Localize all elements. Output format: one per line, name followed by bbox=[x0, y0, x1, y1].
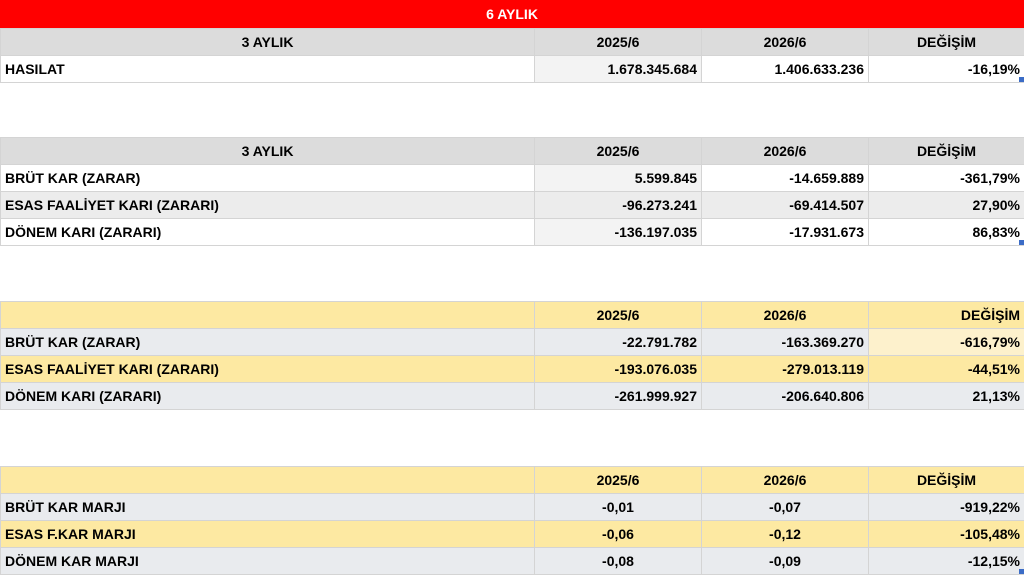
header-2026[interactable]: 2026/6 bbox=[701, 466, 869, 494]
cell-2025[interactable]: -136.197.035 bbox=[534, 218, 702, 246]
row-label[interactable]: BRÜT KAR (ZARAR) bbox=[0, 164, 535, 192]
cell-2025[interactable]: -0,08 bbox=[534, 547, 702, 575]
cell-2026[interactable]: 1.406.633.236 bbox=[701, 55, 869, 83]
row-label[interactable]: BRÜT KAR MARJI bbox=[0, 493, 535, 521]
row-label[interactable]: HASILAT bbox=[0, 55, 535, 83]
header-change[interactable]: DEĞİŞİM bbox=[868, 137, 1024, 165]
cell-2025[interactable]: -193.076.035 bbox=[534, 355, 702, 383]
cell-2026[interactable]: -17.931.673 bbox=[701, 218, 869, 246]
header-blank[interactable] bbox=[0, 301, 535, 329]
table-revenue: 3 AYLIK 2025/6 2026/6 DEĞİŞİM HASILAT 1.… bbox=[0, 28, 1024, 83]
cell-change[interactable]: -16,19% bbox=[868, 55, 1024, 83]
cell-2026[interactable]: -279.013.119 bbox=[701, 355, 869, 383]
cell-2025[interactable]: 5.599.845 bbox=[534, 164, 702, 192]
header-blank[interactable] bbox=[0, 466, 535, 494]
table-row: BRÜT KAR (ZARAR) -22.791.782 -163.369.27… bbox=[0, 328, 1024, 356]
table-margins: 2025/6 2026/6 DEĞİŞİM BRÜT KAR MARJI -0,… bbox=[0, 466, 1024, 575]
cell-2026[interactable]: -0,09 bbox=[701, 547, 869, 575]
row-label[interactable]: DÖNEM KARI (ZARARI) bbox=[0, 218, 535, 246]
cell-2025[interactable]: -0,01 bbox=[534, 493, 702, 521]
cell-2026[interactable]: -69.414.507 bbox=[701, 191, 869, 219]
table-row: DÖNEM KAR MARJI -0,08 -0,09 -12,15% bbox=[0, 547, 1024, 575]
sheet-title[interactable]: 6 AYLIK bbox=[0, 0, 1024, 28]
cell-change[interactable]: 27,90% bbox=[868, 191, 1024, 219]
row-label[interactable]: ESAS FAALİYET KARI (ZARARI) bbox=[0, 191, 535, 219]
header-2025[interactable]: 2025/6 bbox=[534, 301, 702, 329]
header-change[interactable]: DEĞİŞİM bbox=[868, 301, 1024, 329]
cell-2026[interactable]: -163.369.270 bbox=[701, 328, 869, 356]
header-period[interactable]: 3 AYLIK bbox=[0, 137, 535, 165]
table-profit-6month: 2025/6 2026/6 DEĞİŞİM BRÜT KAR (ZARAR) -… bbox=[0, 301, 1024, 410]
table-row: HASILAT 1.678.345.684 1.406.633.236 -16,… bbox=[0, 55, 1024, 83]
header-2025[interactable]: 2025/6 bbox=[534, 28, 702, 56]
cell-2026[interactable]: -0,12 bbox=[701, 520, 869, 548]
table-header: 3 AYLIK 2025/6 2026/6 DEĞİŞİM bbox=[0, 28, 1024, 56]
cell-2026[interactable]: -0,07 bbox=[701, 493, 869, 521]
table-row: ESAS FAALİYET KARI (ZARARI) -96.273.241 … bbox=[0, 191, 1024, 219]
header-2026[interactable]: 2026/6 bbox=[701, 301, 869, 329]
row-label[interactable]: DÖNEM KAR MARJI bbox=[0, 547, 535, 575]
table-row: BRÜT KAR (ZARAR) 5.599.845 -14.659.889 -… bbox=[0, 164, 1024, 192]
row-label[interactable]: DÖNEM KARI (ZARARI) bbox=[0, 382, 535, 410]
cell-2026[interactable]: -206.640.806 bbox=[701, 382, 869, 410]
header-period[interactable]: 3 AYLIK bbox=[0, 28, 535, 56]
row-label[interactable]: ESAS F.KAR MARJI bbox=[0, 520, 535, 548]
header-2026[interactable]: 2026/6 bbox=[701, 137, 869, 165]
table-header: 3 AYLIK 2025/6 2026/6 DEĞİŞİM bbox=[0, 137, 1024, 165]
header-change[interactable]: DEĞİŞİM bbox=[868, 466, 1024, 494]
table-row: ESAS FAALİYET KARI (ZARARI) -193.076.035… bbox=[0, 355, 1024, 383]
table-row: DÖNEM KARI (ZARARI) -261.999.927 -206.64… bbox=[0, 382, 1024, 410]
cell-2025[interactable]: -261.999.927 bbox=[534, 382, 702, 410]
cell-change[interactable]: -616,79% bbox=[868, 328, 1024, 356]
cell-change[interactable]: -105,48% bbox=[868, 520, 1024, 548]
header-2025[interactable]: 2025/6 bbox=[534, 137, 702, 165]
cell-change[interactable]: -12,15% bbox=[868, 547, 1024, 575]
cell-2025[interactable]: -22.791.782 bbox=[534, 328, 702, 356]
header-2025[interactable]: 2025/6 bbox=[534, 466, 702, 494]
table-row: ESAS F.KAR MARJI -0,06 -0,12 -105,48% bbox=[0, 520, 1024, 548]
table-profit-quarterly: 3 AYLIK 2025/6 2026/6 DEĞİŞİM BRÜT KAR (… bbox=[0, 137, 1024, 246]
cell-change[interactable]: -919,22% bbox=[868, 493, 1024, 521]
row-label[interactable]: ESAS FAALİYET KARI (ZARARI) bbox=[0, 355, 535, 383]
cell-2025[interactable]: -96.273.241 bbox=[534, 191, 702, 219]
header-change[interactable]: DEĞİŞİM bbox=[868, 28, 1024, 56]
cell-change[interactable]: -44,51% bbox=[868, 355, 1024, 383]
row-label[interactable]: BRÜT KAR (ZARAR) bbox=[0, 328, 535, 356]
cell-change[interactable]: -361,79% bbox=[868, 164, 1024, 192]
cell-change[interactable]: 21,13% bbox=[868, 382, 1024, 410]
cell-2025[interactable]: 1.678.345.684 bbox=[534, 55, 702, 83]
table-header: 2025/6 2026/6 DEĞİŞİM bbox=[0, 466, 1024, 494]
spreadsheet: 6 AYLIK 3 AYLIK 2025/6 2026/6 DEĞİŞİM HA… bbox=[0, 0, 1024, 575]
cell-change[interactable]: 86,83% bbox=[868, 218, 1024, 246]
cell-2026[interactable]: -14.659.889 bbox=[701, 164, 869, 192]
header-2026[interactable]: 2026/6 bbox=[701, 28, 869, 56]
table-row: DÖNEM KARI (ZARARI) -136.197.035 -17.931… bbox=[0, 218, 1024, 246]
cell-2025[interactable]: -0,06 bbox=[534, 520, 702, 548]
table-header: 2025/6 2026/6 DEĞİŞİM bbox=[0, 301, 1024, 329]
table-row: BRÜT KAR MARJI -0,01 -0,07 -919,22% bbox=[0, 493, 1024, 521]
